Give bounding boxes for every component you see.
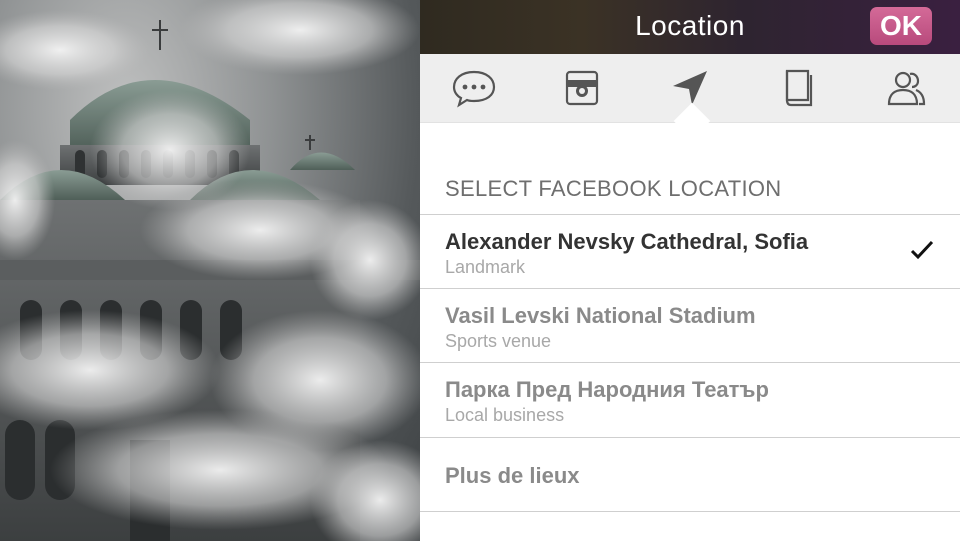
checkmark-icon bbox=[910, 240, 934, 260]
tab-people[interactable] bbox=[852, 54, 960, 122]
photo-frame-icon bbox=[565, 70, 599, 106]
location-category: Landmark bbox=[445, 257, 526, 277]
location-name: Alexander Nevsky Cathedral, Sofia bbox=[445, 229, 809, 254]
location-category: Sports venue bbox=[445, 331, 552, 351]
location-panel: Location OK SELECT FACEBOOK LOCATION Ale… bbox=[420, 0, 960, 541]
location-row[interactable]: Vasil Levski National Stadium Sports ven… bbox=[420, 289, 960, 361]
ok-button[interactable]: OK bbox=[870, 7, 932, 45]
notebook-icon bbox=[785, 69, 813, 107]
divider bbox=[420, 437, 960, 438]
cathedral-photo bbox=[0, 0, 420, 541]
divider bbox=[420, 511, 960, 512]
location-arrow-icon bbox=[673, 71, 707, 105]
location-name: Vasil Levski National Stadium bbox=[445, 303, 756, 328]
tab-notebook[interactable] bbox=[744, 54, 852, 122]
cathedral-illustration bbox=[0, 0, 420, 541]
tab-comments[interactable] bbox=[420, 54, 528, 122]
more-places-link[interactable]: Plus de lieux bbox=[445, 463, 580, 489]
tab-photo[interactable] bbox=[528, 54, 636, 122]
location-row[interactable]: Парка Пред Народния Театър Local busines… bbox=[420, 363, 960, 435]
people-icon bbox=[887, 71, 926, 106]
speech-bubble-icon bbox=[452, 70, 496, 108]
location-row[interactable]: Alexander Nevsky Cathedral, Sofia Landma… bbox=[420, 215, 960, 287]
location-category: Local business bbox=[445, 405, 565, 425]
top-bar: Location OK bbox=[420, 0, 960, 54]
section-header: SELECT FACEBOOK LOCATION bbox=[445, 176, 782, 201]
location-name: Парка Пред Народния Театър bbox=[445, 377, 769, 402]
